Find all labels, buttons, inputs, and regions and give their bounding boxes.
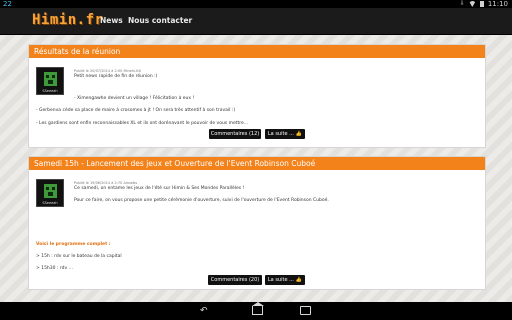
nav-link-contact[interactable]: Nous contacter bbox=[128, 16, 192, 25]
thumbs-up-icon: 👍 bbox=[295, 277, 303, 283]
news-card: Samedi 15h - Lancement des jeux et Ouver… bbox=[28, 156, 486, 290]
post-line: - Ximengawhe devient un village ! Félici… bbox=[74, 96, 195, 101]
post-line: - Les gardiens sont enfin reconnaissable… bbox=[36, 121, 249, 126]
read-more-label: La suite ... bbox=[267, 277, 294, 283]
avatar-name: SSeeeah bbox=[42, 201, 58, 205]
post-meta: Publié le 20/07/2014 à 2:00 Minehi-Kit bbox=[74, 69, 141, 73]
post-line: Pour ce faire, on vous propose une petit… bbox=[74, 198, 329, 203]
news-card: Résultats de la réunion SSeeeah Publié l… bbox=[28, 44, 486, 148]
recent-apps-icon[interactable] bbox=[300, 306, 311, 315]
news-title[interactable]: Samedi 15h - Lancement des jeux et Ouver… bbox=[29, 157, 485, 170]
news-title[interactable]: Résultats de la réunion bbox=[29, 45, 485, 58]
status-icons: ⇩ 11:10 bbox=[457, 0, 508, 8]
post-line: Ce samedi, on entame les jeux de l'été s… bbox=[74, 186, 245, 191]
site-logo[interactable]: Himin.fr bbox=[32, 12, 103, 28]
avatar: SSeeeah bbox=[36, 179, 64, 207]
comments-label: Commentaires (12) bbox=[210, 131, 260, 137]
creeper-face-icon bbox=[44, 72, 57, 86]
clock: 11:10 bbox=[487, 0, 508, 8]
top-nav: Himin.fr News Nous contacter bbox=[0, 8, 512, 35]
back-icon[interactable]: ↶ bbox=[200, 306, 208, 316]
nav-link-news[interactable]: News bbox=[100, 16, 123, 25]
download-icon: ⇩ bbox=[459, 0, 465, 7]
thumbs-up-icon: 👍 bbox=[295, 131, 303, 137]
post-line-highlight: Voici le programme complet : bbox=[36, 242, 111, 247]
read-more-label: La suite ... bbox=[267, 131, 294, 137]
comments-button[interactable]: Commentaires (12) bbox=[209, 129, 261, 139]
creeper-face-icon bbox=[44, 184, 57, 198]
read-more-button[interactable]: La suite ... 👍 bbox=[265, 275, 305, 285]
home-icon[interactable] bbox=[252, 302, 264, 315]
avatar-name: SSeeeah bbox=[42, 89, 58, 93]
comments-label: Commentaires (20) bbox=[210, 277, 260, 283]
notification-count: 22 bbox=[3, 0, 12, 8]
comments-button[interactable]: Commentaires (20) bbox=[208, 275, 262, 285]
wifi-icon bbox=[468, 1, 476, 7]
battery-icon bbox=[479, 1, 484, 7]
post-meta: Publié le 19/06/2014 à 2:70 Ainsebs bbox=[74, 181, 138, 185]
post-line: Petit news rapide de fin de réunion :) bbox=[74, 74, 158, 79]
system-nav-bar: ↶ bbox=[0, 302, 512, 320]
post-line: > 15h30 : rdv ... bbox=[36, 266, 73, 271]
post-line: > 15h : rdv sur le bateau de la capital bbox=[36, 254, 122, 259]
post-line: - Gerbenva cède sa place de maire à cros… bbox=[36, 108, 236, 113]
status-bar: 22 ⇩ 11:10 bbox=[0, 0, 512, 8]
avatar: SSeeeah bbox=[36, 67, 64, 95]
read-more-button[interactable]: La suite ... 👍 bbox=[265, 129, 305, 139]
